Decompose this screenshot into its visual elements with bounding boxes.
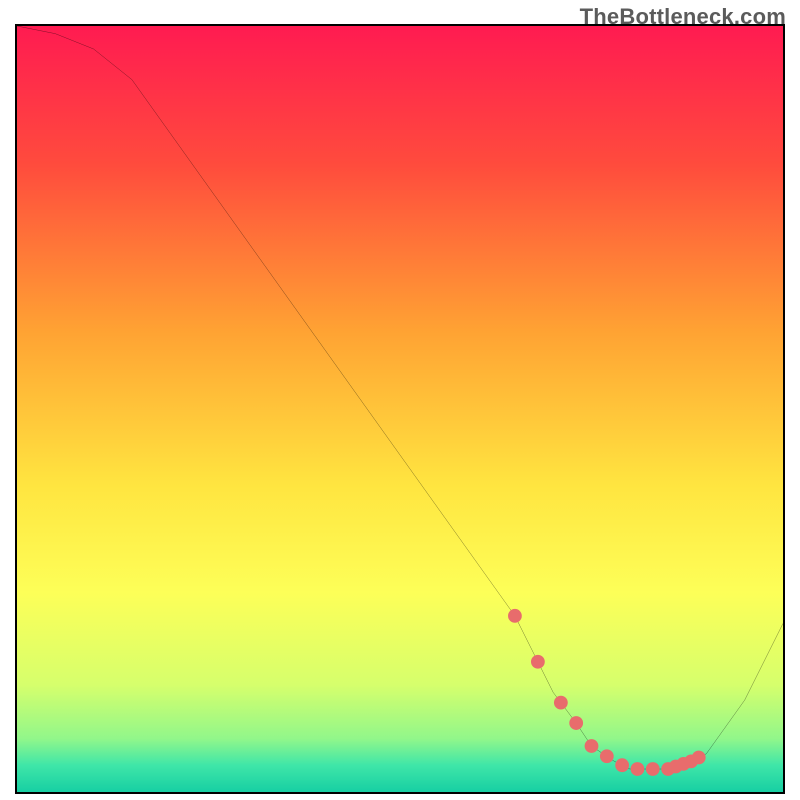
curve-marker xyxy=(531,655,545,669)
curve-marker xyxy=(615,758,629,772)
curve-marker xyxy=(585,739,599,753)
curve-marker xyxy=(600,749,614,763)
plot-area xyxy=(15,24,785,794)
curve-marker xyxy=(646,762,660,776)
curve-marker xyxy=(692,751,706,765)
curve-marker xyxy=(569,716,583,730)
curve-marker xyxy=(554,696,568,710)
chart-svg xyxy=(17,26,783,792)
curve-marker xyxy=(631,762,645,776)
gradient-background xyxy=(17,26,783,792)
curve-marker xyxy=(508,609,522,623)
attribution-watermark: TheBottleneck.com xyxy=(580,4,786,30)
chart-stage: TheBottleneck.com xyxy=(0,0,800,800)
